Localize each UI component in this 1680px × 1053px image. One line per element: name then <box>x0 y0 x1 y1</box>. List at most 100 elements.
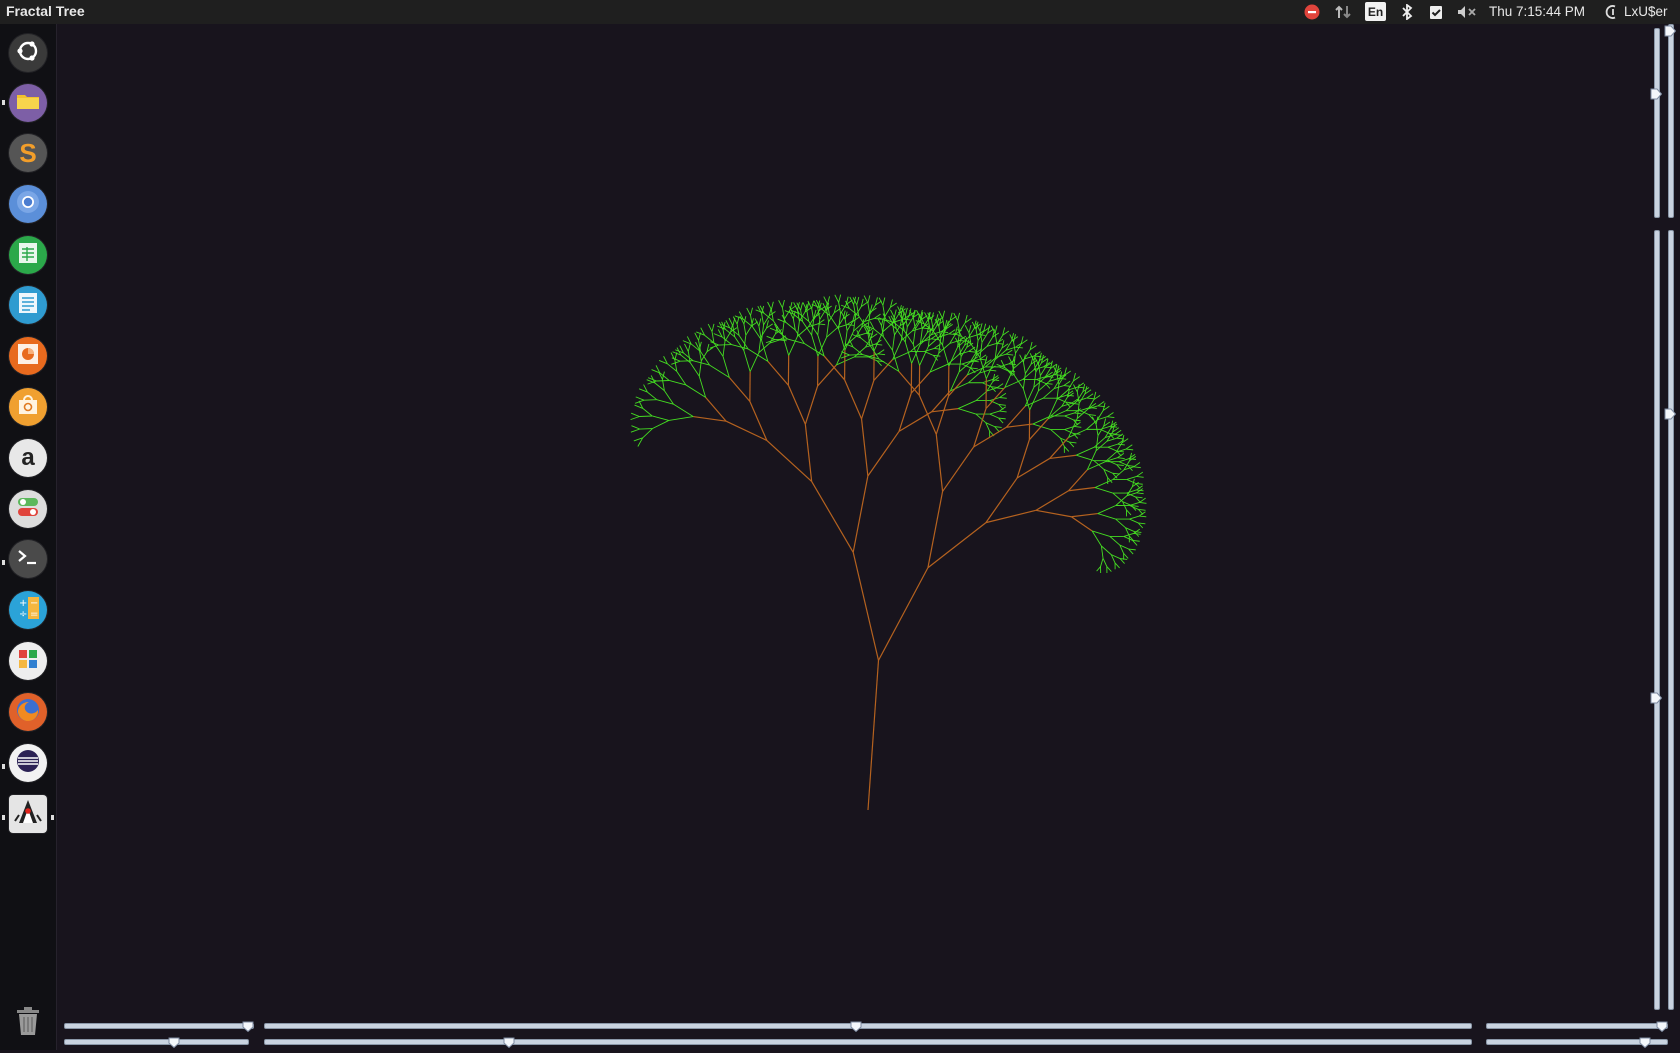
slider-a2[interactable] <box>64 1036 249 1046</box>
tree-leaf-branch <box>644 400 657 401</box>
tree-leaf-branch <box>958 409 976 414</box>
launcher-files[interactable] <box>9 84 47 122</box>
slider-b1-thumb[interactable] <box>850 1019 862 1030</box>
tree-leaf-branch <box>647 392 656 400</box>
tree-leaf-branch <box>1065 413 1075 416</box>
slider-v4-thumb[interactable] <box>1664 407 1676 419</box>
launcher-spreadsheet[interactable] <box>9 236 47 274</box>
tree-leaf-branch <box>827 328 838 338</box>
tree-leaf-branch <box>801 302 803 310</box>
tree-branch <box>1006 424 1032 427</box>
tree-leaf-branch <box>839 295 841 303</box>
tree-leaf-branch <box>1118 458 1125 459</box>
launcher-dash[interactable] <box>9 34 47 72</box>
launcher-sublime-text[interactable]: S <box>9 134 47 172</box>
tree-leaf-branch <box>995 325 997 333</box>
tree-leaf-branch <box>997 384 1003 388</box>
tree-leaf-branch <box>1094 438 1105 448</box>
stop-icon[interactable] <box>1301 0 1323 24</box>
slider-a2-thumb[interactable] <box>168 1035 180 1046</box>
tree-leaf-branch <box>1023 374 1025 389</box>
slider-a1[interactable] <box>64 1020 254 1030</box>
launcher-firefox[interactable] <box>9 693 47 731</box>
tree-leaf-branch <box>943 311 945 319</box>
network-arrows-icon[interactable] <box>1331 0 1355 24</box>
session-icon[interactable] <box>1603 0 1623 24</box>
slider-b1[interactable] <box>264 1020 1472 1030</box>
launcher-chromium[interactable] <box>9 185 47 223</box>
tree-branch <box>853 476 868 552</box>
slider-c2-thumb[interactable] <box>1639 1035 1651 1046</box>
slider-v3[interactable] <box>1651 230 1661 1010</box>
launcher-terminal[interactable] <box>9 540 47 578</box>
tree-leaf-branch <box>1096 424 1098 435</box>
slider-c1-thumb[interactable] <box>1656 1019 1668 1030</box>
tree-leaf-branch <box>735 337 744 351</box>
launcher-presentation[interactable] <box>9 337 47 375</box>
tree-leaf-branch <box>997 388 1004 389</box>
ubuntu-logo-icon <box>15 38 41 69</box>
slider-v1-thumb[interactable] <box>1650 87 1662 99</box>
launcher-java-app[interactable] <box>9 795 47 833</box>
launcher-settings[interactable] <box>9 490 47 528</box>
user-name[interactable]: LxU$er <box>1624 4 1668 19</box>
launcher-eclipse[interactable] <box>9 744 47 782</box>
tree-leaf-branch <box>835 295 839 303</box>
language-indicator[interactable]: En <box>1365 2 1386 21</box>
tree-branch <box>928 523 986 568</box>
tree-leaf-branch <box>1139 512 1145 516</box>
tree-leaf-branch <box>920 347 929 366</box>
slider-v2[interactable] <box>1665 24 1675 218</box>
slider-c1[interactable] <box>1486 1020 1668 1030</box>
chromium-icon <box>16 190 40 219</box>
tree-leaf-branch <box>1139 498 1145 502</box>
tree-branch <box>1071 517 1092 531</box>
fractal-canvas[interactable] <box>56 24 1680 1050</box>
tree-leaf-branch <box>968 373 979 383</box>
bluetooth-icon[interactable] <box>1397 0 1417 24</box>
tree-leaf-branch <box>640 429 653 430</box>
slider-v4[interactable] <box>1665 230 1675 1010</box>
tree-leaf-branch <box>1000 411 1007 412</box>
slider-a1-thumb[interactable] <box>242 1019 254 1030</box>
slider-v3-thumb[interactable] <box>1650 691 1662 703</box>
trash-icon <box>11 1025 45 1042</box>
window-title: Fractal Tree <box>6 3 85 19</box>
launcher-apps-grid[interactable] <box>9 642 47 680</box>
tree-leaf-branch <box>1051 430 1061 439</box>
tree-leaf-branch <box>1095 488 1113 493</box>
clock[interactable]: Thu 7:15:44 PM <box>1489 4 1585 19</box>
tree-leaf-branch <box>913 329 915 344</box>
tree-leaf-branch <box>893 324 895 335</box>
tree-leaf-branch <box>1014 375 1023 389</box>
tree-leaf-branch <box>1101 558 1103 566</box>
slider-v1[interactable] <box>1651 28 1661 218</box>
firefox-icon <box>15 697 41 728</box>
slider-c2[interactable] <box>1486 1036 1668 1046</box>
launcher-software-center[interactable] <box>9 388 47 426</box>
tree-leaf-branch <box>1006 350 1012 354</box>
tree-leaf-branch <box>1072 403 1079 404</box>
tree-leaf-branch <box>747 308 751 316</box>
launcher-amazon[interactable]: a <box>9 439 47 477</box>
tree-leaf-branch <box>868 295 870 303</box>
volume-muted-icon[interactable] <box>1455 0 1479 24</box>
tree-leaf-branch <box>768 302 772 310</box>
checkbox-indicator-icon[interactable] <box>1426 0 1446 24</box>
tree-leaf-branch <box>1134 467 1141 468</box>
tree-leaf-branch <box>684 344 688 352</box>
terminal-icon <box>16 547 40 572</box>
tree-leaf-branch <box>1076 447 1094 455</box>
tree-leaf-branch <box>954 313 958 321</box>
slider-b2-thumb[interactable] <box>503 1035 515 1046</box>
tree-branch <box>805 424 811 481</box>
launcher-document[interactable] <box>9 286 47 324</box>
tree-leaf-branch <box>762 314 764 325</box>
tree-branch <box>1036 510 1071 516</box>
launcher-calculator[interactable]: +−÷= <box>9 591 47 629</box>
slider-b2[interactable] <box>264 1036 1472 1046</box>
tree-leaf-branch <box>723 341 725 356</box>
slider-v2-thumb[interactable] <box>1664 24 1676 36</box>
launcher-trash[interactable] <box>11 1004 45 1038</box>
tree-leaf-branch <box>1098 402 1104 406</box>
